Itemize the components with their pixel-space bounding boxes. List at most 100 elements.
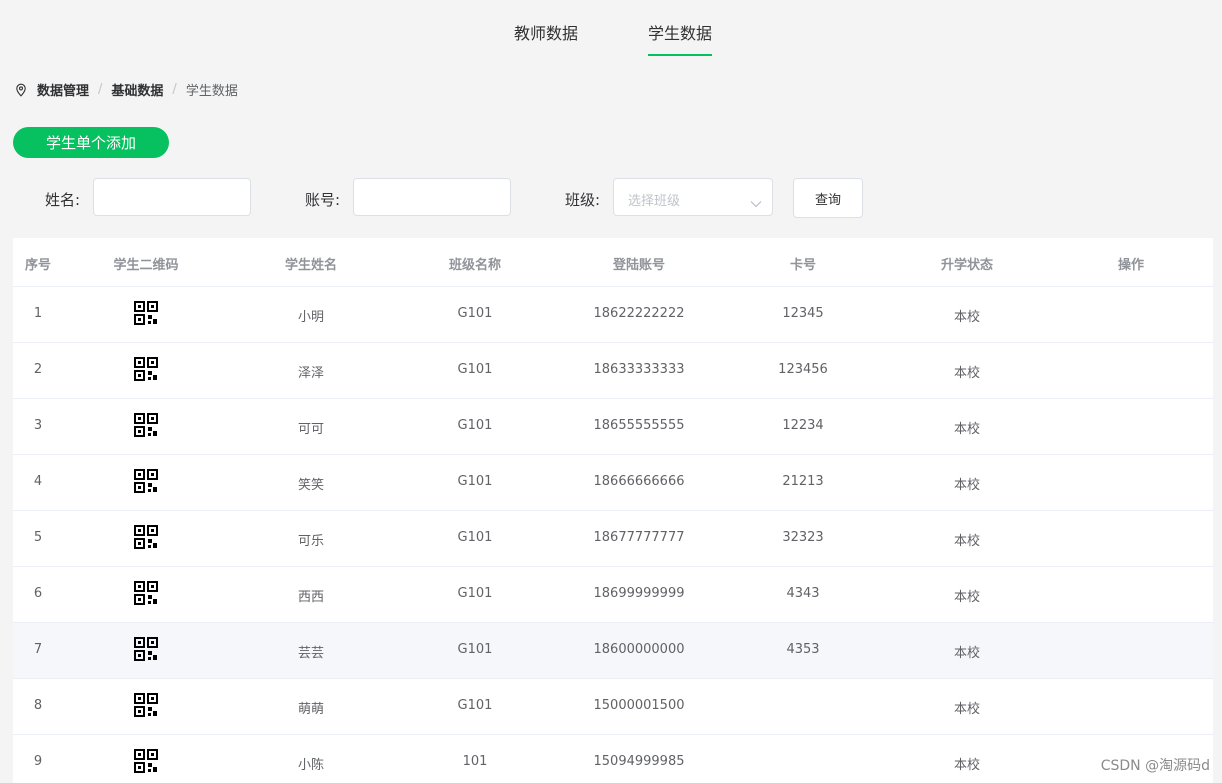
qr-code-icon[interactable] <box>134 413 158 437</box>
breadcrumb-current: 学生数据 <box>185 84 238 99</box>
table-row: 2 泽泽 G101 18633333333 123456 本校 <box>13 343 1213 399</box>
cell-status: 本校 <box>953 534 981 549</box>
class-select-placeholder: 选择班级 <box>628 194 681 209</box>
table-body: 1 小明 G101 18622222222 12345 本校 2 泽泽 G101 18633333… <box>13 287 1213 783</box>
cell-account: 18622222222 <box>593 306 685 321</box>
cell-account: 18600000000 <box>593 642 685 657</box>
cell-index: 1 <box>33 306 43 321</box>
qr-code-icon[interactable] <box>134 357 158 381</box>
name-label: 姓名: <box>45 191 81 209</box>
watermark: CSDN @淘源码d <box>1100 758 1210 774</box>
tab-student-data[interactable]: 学生数据 <box>648 20 713 56</box>
cell-index: 6 <box>33 586 43 601</box>
query-button[interactable]: 查询 <box>793 178 863 218</box>
qr-code-icon[interactable] <box>134 637 158 661</box>
col-header-account: 登陆账号 <box>612 258 666 273</box>
cell-class-name: G101 <box>457 586 493 601</box>
cell-class-name: G101 <box>457 306 493 321</box>
cell-student-name: 芸芸 <box>297 646 325 661</box>
cell-account: 15000001500 <box>593 698 685 713</box>
cell-class-name: 101 <box>462 754 488 769</box>
location-pin-icon <box>14 83 28 97</box>
table-row: 7 芸芸 G101 18600000000 4353 本校 <box>13 623 1213 679</box>
table-row: 5 可乐 G101 18677777777 32323 本校 <box>13 511 1213 567</box>
table-header: 序号 学生二维码 学生姓名 班级名称 登陆账号 卡号 升学状态 操作 <box>13 238 1213 287</box>
cell-student-name: 可乐 <box>297 534 325 549</box>
qr-code-icon[interactable] <box>134 693 158 717</box>
cell-status: 本校 <box>953 310 981 325</box>
cell-class-name: G101 <box>457 530 493 545</box>
cell-student-name: 小明 <box>297 310 325 325</box>
qr-code-icon[interactable] <box>134 581 158 605</box>
col-header-index: 序号 <box>24 258 52 273</box>
class-label: 班级: <box>565 191 601 209</box>
cell-index: 4 <box>33 474 43 489</box>
cell-card-number: 123456 <box>778 362 828 377</box>
cell-student-name: 小陈 <box>297 758 325 773</box>
cell-card-number: 12234 <box>782 418 824 433</box>
chevron-down-icon <box>750 193 762 208</box>
breadcrumb-data-management[interactable]: 数据管理 <box>37 80 89 99</box>
cell-class-name: G101 <box>457 642 493 657</box>
cell-student-name: 笑笑 <box>297 478 325 493</box>
cell-card-number: 32323 <box>782 530 824 545</box>
table-row: 4 笑笑 G101 18666666666 21213 本校 <box>13 455 1213 511</box>
cell-index: 8 <box>33 698 43 713</box>
cell-status: 本校 <box>953 702 981 717</box>
breadcrumb-separator: / <box>98 82 103 97</box>
cell-account: 18677777777 <box>593 530 685 545</box>
cell-account: 18666666666 <box>593 474 685 489</box>
cell-student-name: 萌萌 <box>297 702 325 717</box>
cell-index: 5 <box>33 530 43 545</box>
cell-student-name: 泽泽 <box>297 366 325 381</box>
cell-status: 本校 <box>953 366 981 381</box>
cell-class-name: G101 <box>457 474 493 489</box>
top-tabs: 教师数据 学生数据 <box>0 0 1222 60</box>
col-header-qrcode: 学生二维码 <box>113 258 179 273</box>
cell-class-name: G101 <box>457 418 493 433</box>
col-header-status: 升学状态 <box>940 258 994 273</box>
cell-card-number: 4353 <box>786 642 820 657</box>
qr-code-icon[interactable] <box>134 525 158 549</box>
table-row: 9 小陈 101 15094999985 本校 <box>13 735 1213 783</box>
class-select[interactable]: 选择班级 <box>613 178 773 216</box>
cell-status: 本校 <box>953 646 981 661</box>
col-header-class: 班级名称 <box>448 258 502 273</box>
breadcrumb: 数据管理 / 基础数据 / 学生数据 <box>14 80 238 99</box>
student-table: 序号 学生二维码 学生姓名 班级名称 登陆账号 卡号 升学状态 操作 1 小明 G1… <box>13 238 1213 783</box>
cell-index: 9 <box>33 754 43 769</box>
add-student-button[interactable]: 学生单个添加 <box>13 127 169 158</box>
tab-teacher-data[interactable]: 教师数据 <box>514 20 578 52</box>
table-row: 6 西西 G101 18699999999 4343 本校 <box>13 567 1213 623</box>
table-row: 8 萌萌 G101 15000001500 本校 <box>13 679 1213 735</box>
cell-card-number: 12345 <box>782 306 824 321</box>
cell-index: 2 <box>33 362 43 377</box>
breadcrumb-separator: / <box>172 82 177 97</box>
cell-student-name: 可可 <box>297 422 325 437</box>
table-row: 3 可可 G101 18655555555 12234 本校 <box>13 399 1213 455</box>
cell-status: 本校 <box>953 590 981 605</box>
col-header-actions: 操作 <box>1117 258 1145 273</box>
cell-account: 18633333333 <box>593 362 685 377</box>
cell-status: 本校 <box>953 758 981 773</box>
table-row: 1 小明 G101 18622222222 12345 本校 <box>13 287 1213 343</box>
cell-status: 本校 <box>953 422 981 437</box>
cell-card-number: 21213 <box>782 474 824 489</box>
cell-index: 3 <box>33 418 43 433</box>
qr-code-icon[interactable] <box>134 469 158 493</box>
col-header-card: 卡号 <box>789 258 817 273</box>
cell-account: 18655555555 <box>593 418 685 433</box>
account-input[interactable] <box>353 178 511 216</box>
cell-class-name: G101 <box>457 362 493 377</box>
qr-code-icon[interactable] <box>134 301 158 325</box>
qr-code-icon[interactable] <box>134 749 158 773</box>
breadcrumb-basic-data[interactable]: 基础数据 <box>111 80 163 99</box>
name-input[interactable] <box>93 178 251 216</box>
cell-account: 15094999985 <box>593 754 685 769</box>
cell-status: 本校 <box>953 478 981 493</box>
cell-student-name: 西西 <box>297 590 325 605</box>
cell-card-number: 4343 <box>786 586 820 601</box>
cell-index: 7 <box>33 642 43 657</box>
col-header-name: 学生姓名 <box>284 258 338 273</box>
cell-account: 18699999999 <box>593 586 685 601</box>
